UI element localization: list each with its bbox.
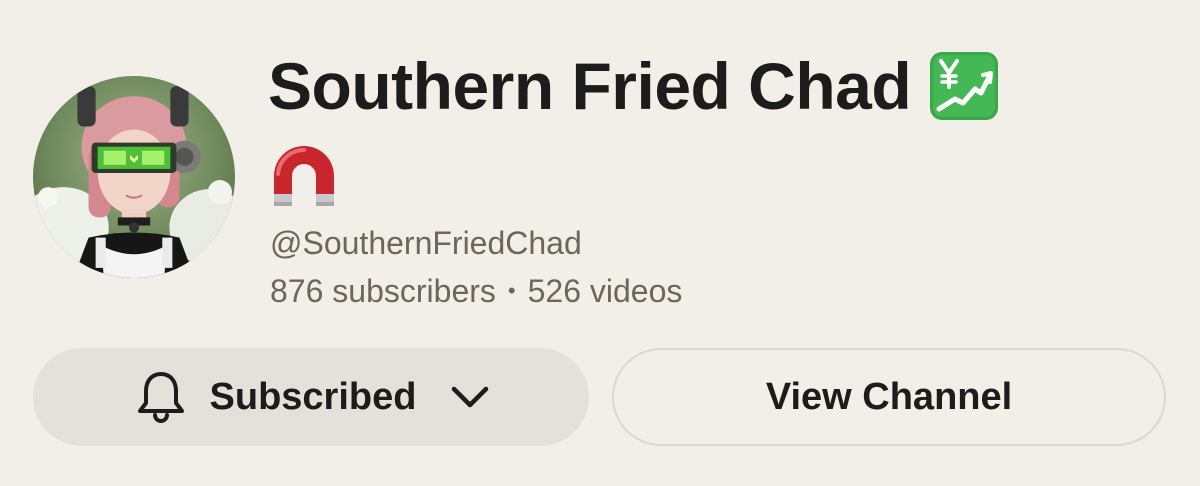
avatar[interactable] xyxy=(33,76,235,278)
video-count: 526 videos xyxy=(527,273,683,309)
chart-increasing-with-yen-icon xyxy=(930,52,999,120)
view-channel-label: View Channel xyxy=(765,375,1013,418)
chevron-down-icon xyxy=(452,386,489,408)
subscribed-button[interactable]: Subscribed xyxy=(33,348,589,446)
subscriber-count: 876 subscribers xyxy=(270,273,496,309)
stats-separator: • xyxy=(507,278,516,303)
channel-title-row: Southern Fried Chad xyxy=(268,48,999,124)
channel-card: Southern Fried Chad @SouthernFriedChad 8… xyxy=(0,0,1200,486)
subscribed-label: Subscribed xyxy=(209,375,417,418)
bell-icon xyxy=(137,372,184,423)
magnet-icon xyxy=(274,146,334,206)
channel-name: Southern Fried Chad xyxy=(268,49,912,123)
channel-handle[interactable]: @SouthernFriedChad xyxy=(270,224,582,262)
channel-stats: 876 subscribers • 526 videos xyxy=(270,272,682,310)
view-channel-button[interactable]: View Channel xyxy=(612,348,1166,446)
avatar-image xyxy=(33,76,235,278)
